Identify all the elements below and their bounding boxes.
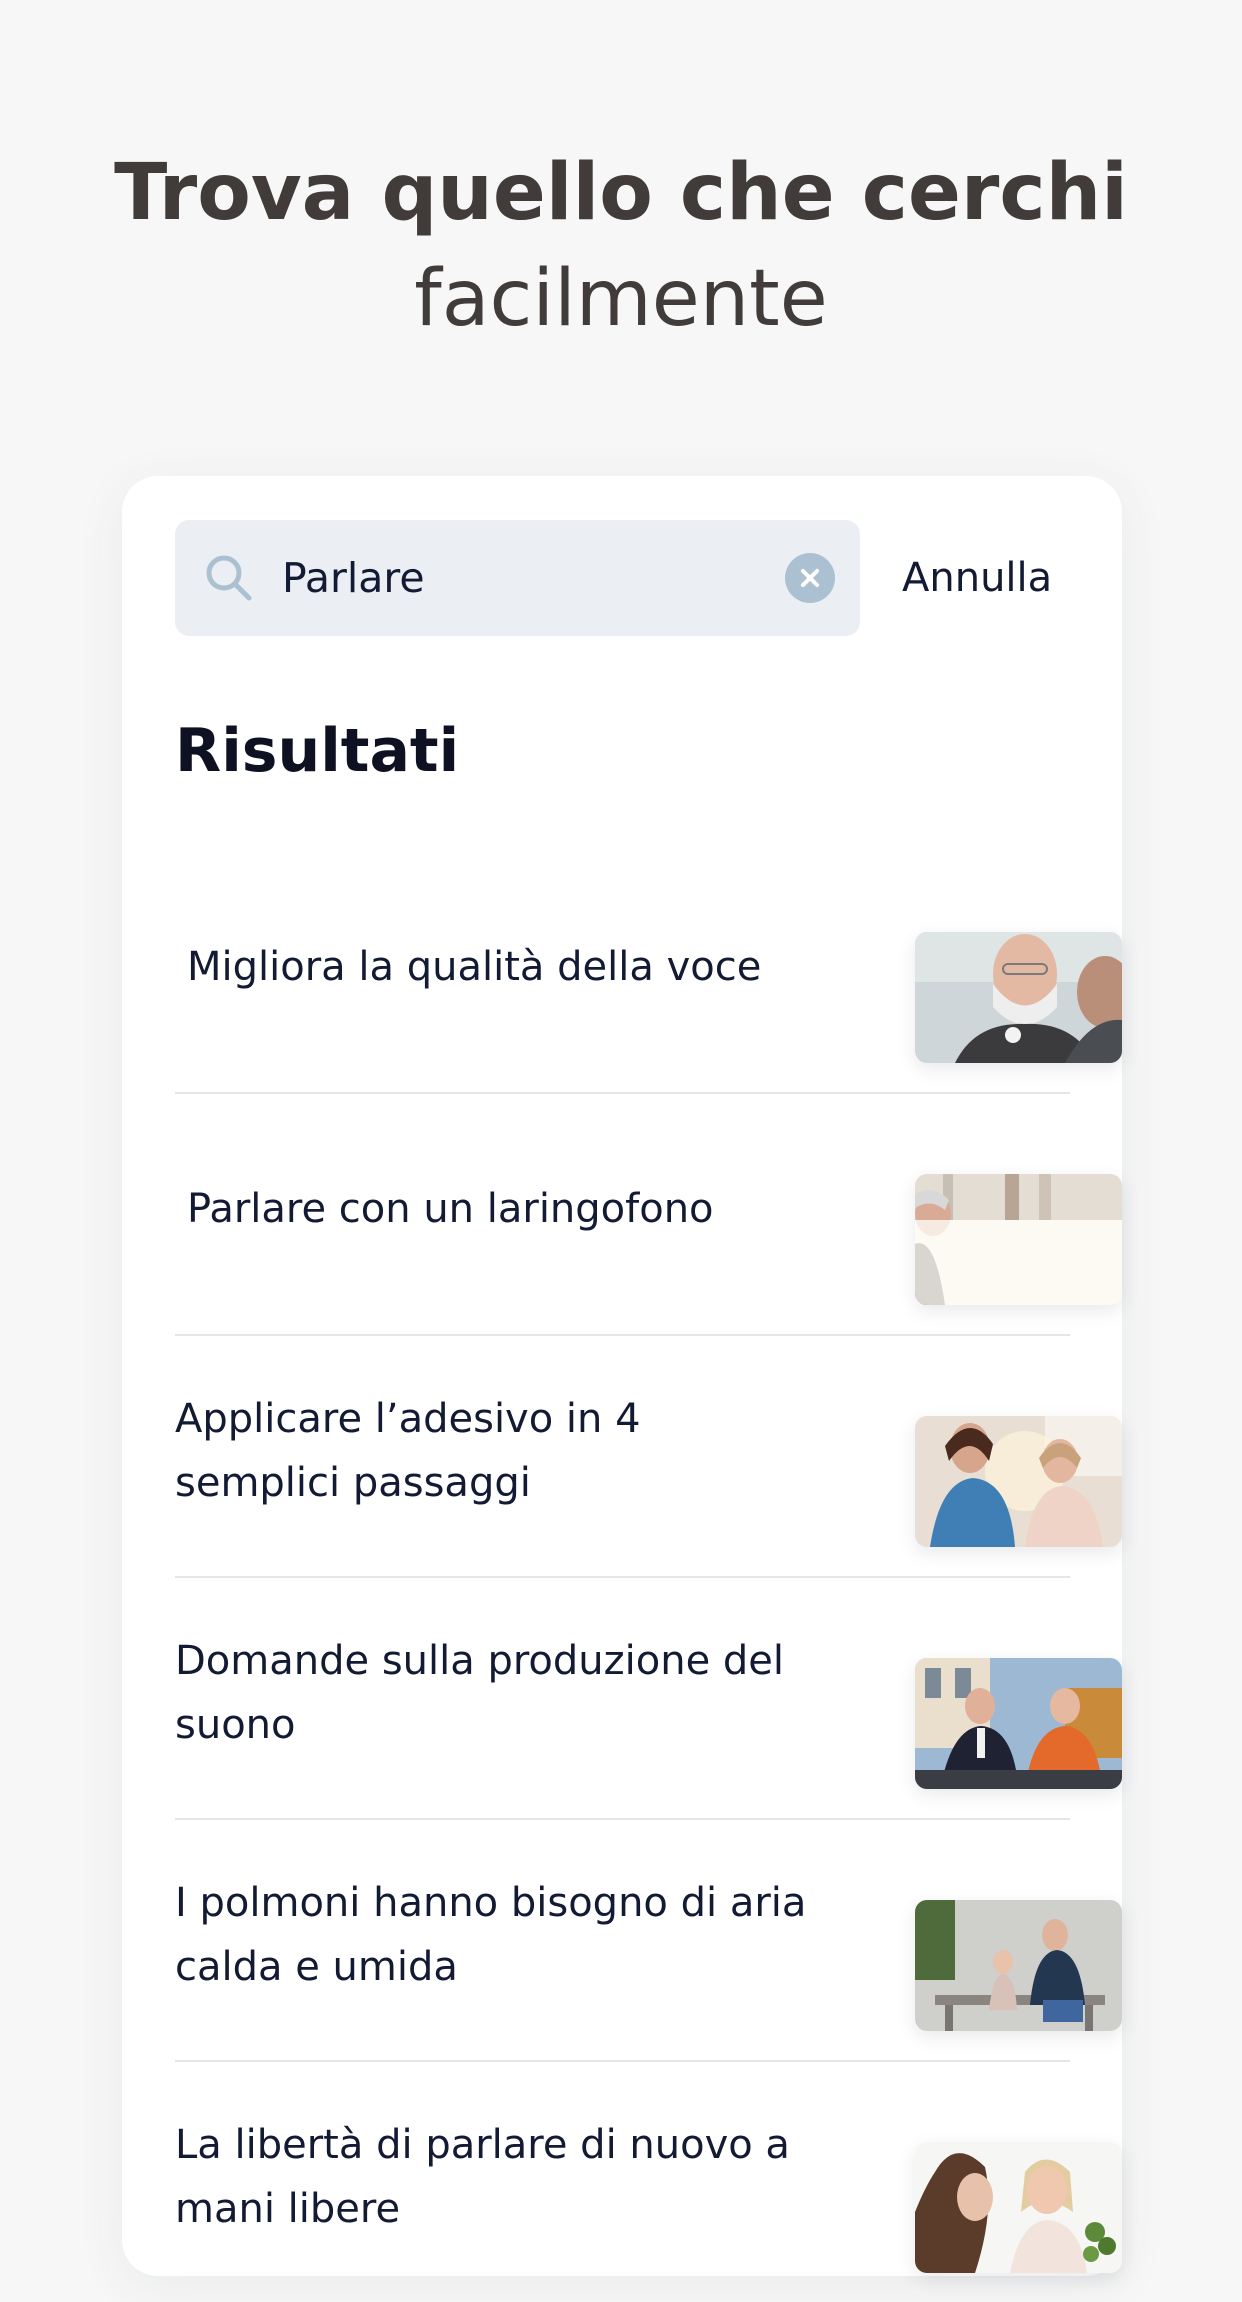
search-card: Annulla Risultati Migliora la qualità de…	[122, 476, 1122, 2276]
result-item[interactable]: I polmoni hanno bisogno di aria calda e …	[175, 1820, 1122, 2062]
result-title: I polmoni hanno bisogno di aria calda e …	[175, 1880, 807, 1990]
search-bar: Annulla	[175, 520, 1075, 636]
headline-bold: Trova quello che cerchi	[114, 148, 1128, 238]
result-title: Migliora la qualità della voce	[187, 944, 762, 990]
result-title: La libertà di parlare di nuovo a mani li…	[175, 2122, 790, 2232]
search-input[interactable]	[282, 520, 722, 636]
search-icon	[206, 555, 252, 601]
result-item[interactable]: Parlare con un laringofono	[175, 1094, 1122, 1336]
search-field[interactable]	[175, 520, 860, 636]
nurse-with-patient-photo	[915, 1416, 1122, 1547]
result-item[interactable]: La libertà di parlare di nuovo a mani li…	[175, 2062, 1122, 2302]
grandfather-and-child-on-bench-photo	[915, 1900, 1122, 2031]
result-title: Domande sulla produzione del suono	[175, 1638, 785, 1748]
headline-light: facilmente	[414, 254, 828, 344]
result-item[interactable]: Applicare l’adesivo in 4 semplici passag…	[175, 1336, 1122, 1578]
two-men-at-cafe-photo	[915, 1658, 1122, 1789]
man-with-throat-device-photo	[915, 932, 1122, 1063]
results-heading: Risultati	[175, 716, 460, 786]
result-title: Parlare con un laringofono	[187, 1186, 714, 1232]
cancel-button[interactable]: Annulla	[902, 520, 1052, 636]
result-item[interactable]: Domande sulla produzione del suono	[175, 1578, 1122, 1820]
people-talking-photo	[915, 1174, 1122, 1305]
result-title: Applicare l’adesivo in 4 semplici passag…	[175, 1396, 641, 1506]
result-list: Migliora la qualità della voce Parlare c…	[175, 852, 1122, 2302]
page-headline: Trova quello che cerchi facilmente	[0, 140, 1242, 352]
result-item[interactable]: Migliora la qualità della voce	[175, 852, 1122, 1094]
clear-icon[interactable]	[785, 553, 835, 603]
